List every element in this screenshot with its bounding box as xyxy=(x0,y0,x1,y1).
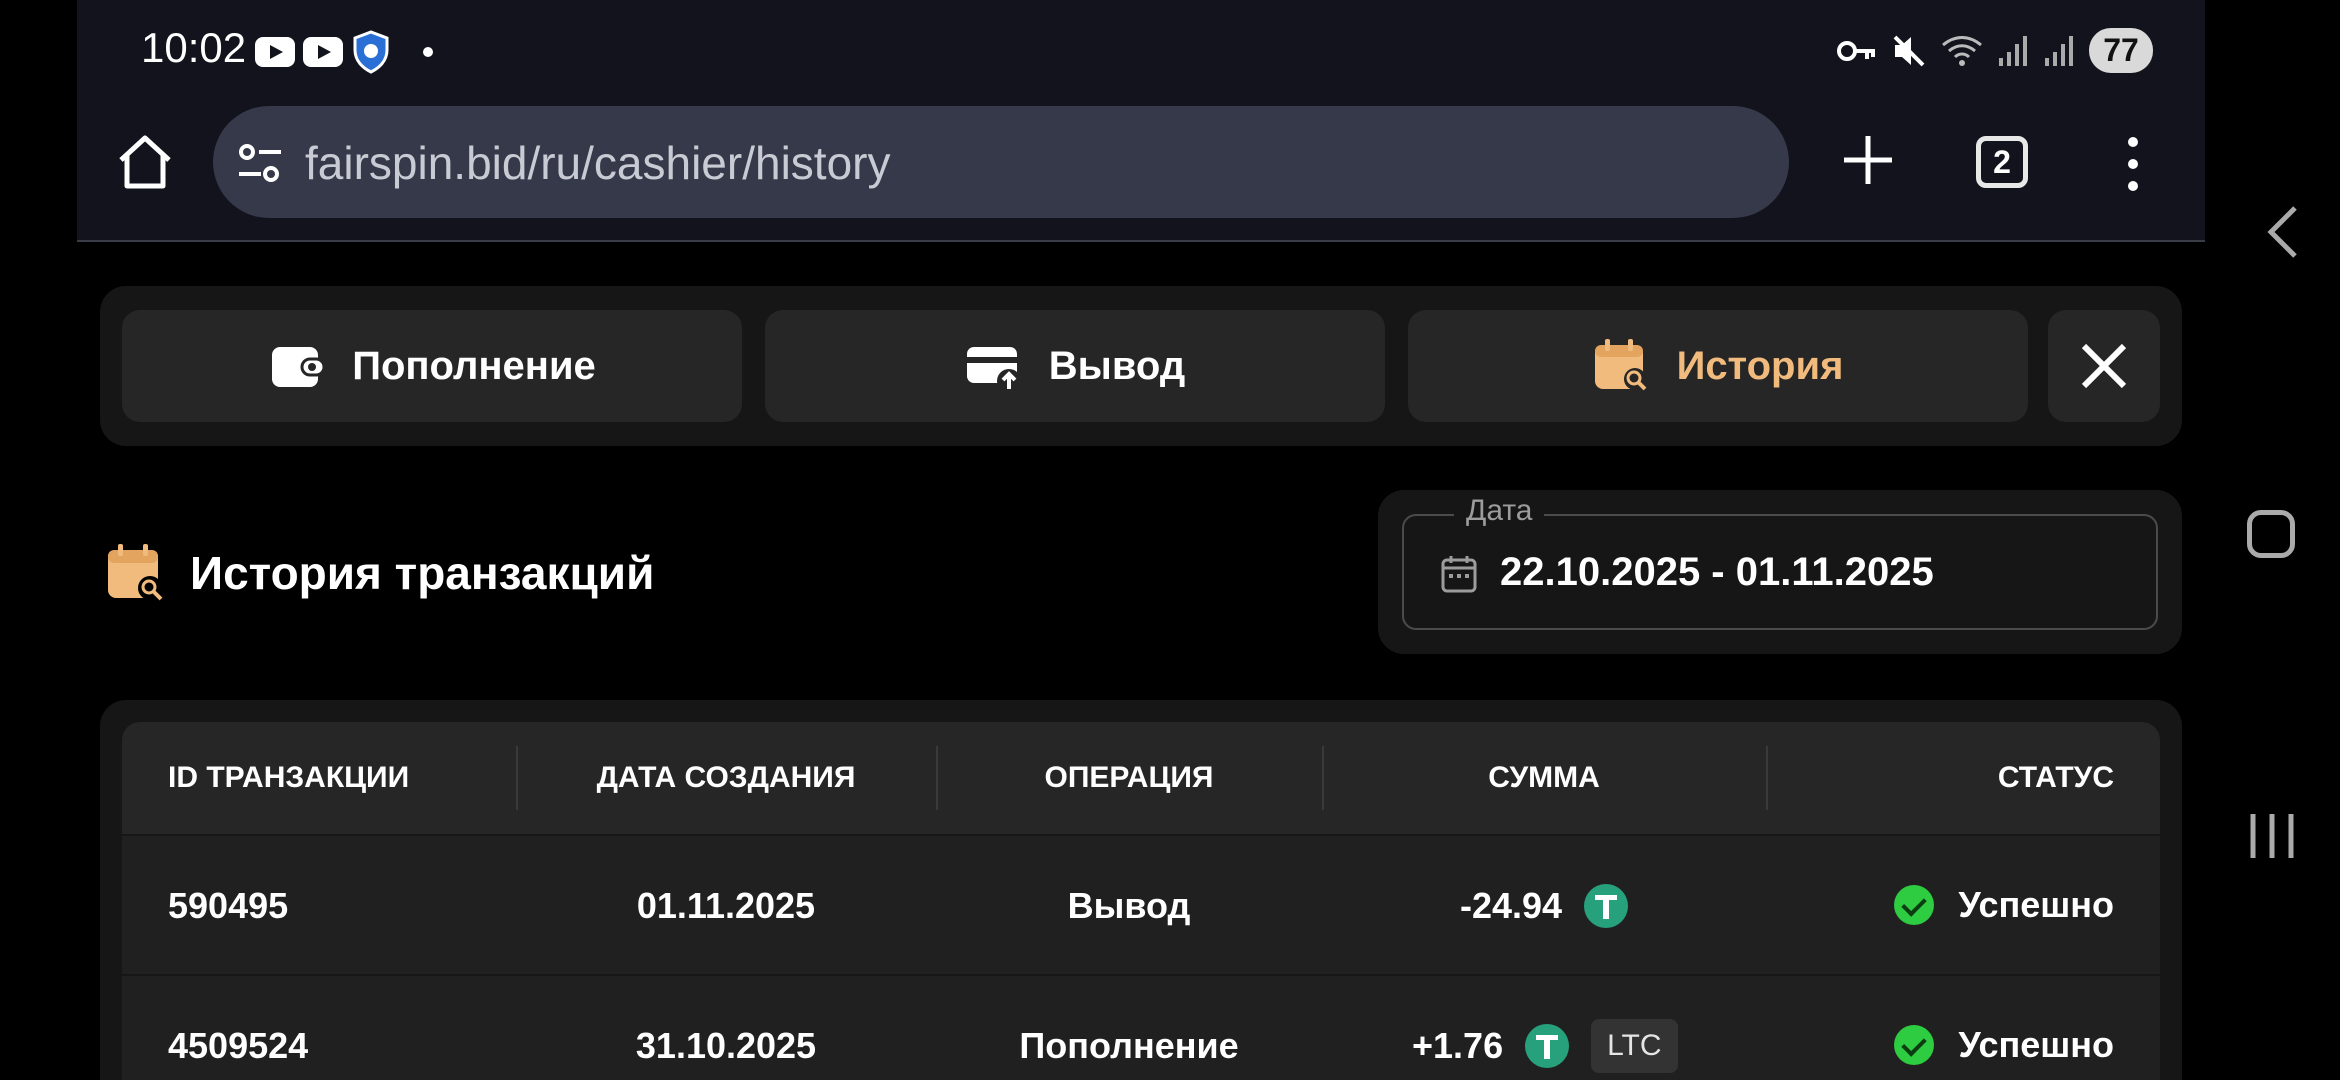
transaction-amount: -24.94 xyxy=(1460,874,1629,938)
tab-deposit[interactable]: Пополнение xyxy=(122,310,742,422)
system-nav-bar xyxy=(2205,0,2340,1080)
transaction-operation: Пополнение xyxy=(1019,1025,1239,1066)
new-tab-icon[interactable] xyxy=(1838,130,1898,190)
home-icon[interactable] xyxy=(115,132,175,192)
check-circle-icon xyxy=(1894,1025,1935,1065)
site-settings-icon[interactable] xyxy=(237,142,283,184)
youtube-icon xyxy=(255,37,295,67)
more-menu-icon[interactable] xyxy=(2123,136,2143,192)
url-text[interactable]: fairspin.bid/ru/cashier/history xyxy=(305,136,890,190)
header-created-date: ДАТА СОЗДАНИЯ xyxy=(596,761,856,794)
youtube-icon xyxy=(303,37,343,67)
card-withdraw-icon xyxy=(966,347,1021,393)
page-title: История транзакций xyxy=(106,542,654,604)
amount-value: +1.76 xyxy=(1412,1025,1504,1066)
date-range-value: 22.10.2025 - 01.11.2025 xyxy=(1500,550,1934,594)
status-time: 10:02 xyxy=(141,24,247,71)
transaction-id: 590495 xyxy=(168,885,289,926)
table-row[interactable]: 590495 01.11.2025 Вывод -24.94 Успешно xyxy=(122,834,2160,974)
date-range-field[interactable]: Дата 22.10.2025 - 01.11.2025 xyxy=(1402,494,2158,630)
notification-icons xyxy=(255,30,433,74)
home-nav-icon[interactable] xyxy=(2247,510,2295,558)
date-field-label: Дата xyxy=(1454,494,1545,528)
browser-chrome: 10:02 77 fairspin.bid/ru/cashier/history… xyxy=(77,0,2205,242)
battery-indicator: 77 xyxy=(2089,28,2153,73)
table-header: ID ТРАНЗАКЦИИ ДАТА СОЗДАНИЯ ОПЕРАЦИЯ СУМ… xyxy=(122,722,2160,834)
wifi-icon xyxy=(1942,35,1982,66)
transaction-date: 01.11.2025 xyxy=(636,885,816,926)
tab-withdraw[interactable]: Вывод xyxy=(765,310,1385,422)
header-operation: ОПЕРАЦИЯ xyxy=(1044,761,1214,794)
status-bar: 10:02 77 xyxy=(77,0,2205,100)
address-bar[interactable]: fairspin.bid/ru/cashier/history xyxy=(213,106,1789,218)
tab-history-label: История xyxy=(1676,343,1844,388)
transaction-amount: +1.76 LTC xyxy=(1412,1014,1678,1078)
signal-icon xyxy=(2045,35,2073,66)
status-text: Успешно xyxy=(1958,884,2114,925)
transaction-id: 4509524 xyxy=(168,1025,309,1066)
tab-history[interactable]: История xyxy=(1408,310,2028,422)
header-transaction-id: ID ТРАНЗАКЦИИ xyxy=(168,761,410,794)
usdt-icon xyxy=(1584,884,1629,928)
status-badge: Успешно xyxy=(1894,884,2114,926)
check-circle-icon xyxy=(1894,885,1935,925)
transactions-table-panel: ID ТРАНЗАКЦИИ ДАТА СОЗДАНИЯ ОПЕРАЦИЯ СУМ… xyxy=(100,700,2182,1080)
shield-icon xyxy=(353,30,389,74)
tab-deposit-label: Пополнение xyxy=(352,343,596,388)
transaction-date: 31.10.2025 xyxy=(635,1025,817,1066)
mute-icon xyxy=(1893,35,1925,66)
close-button[interactable] xyxy=(2048,310,2160,422)
recent-apps-icon[interactable] xyxy=(2245,812,2299,860)
back-icon[interactable] xyxy=(2263,204,2303,260)
header-status: СТАТУС xyxy=(1997,761,2114,794)
calendar-search-icon xyxy=(108,544,163,601)
page-title-text: История транзакций xyxy=(190,547,655,599)
wallet-icon xyxy=(272,347,326,387)
header-amount: СУММА xyxy=(1488,761,1600,794)
signal-icon xyxy=(1999,35,2027,66)
calendar-icon xyxy=(1441,556,1477,593)
calendar-search-icon xyxy=(1594,339,1646,391)
transactions-table: ID ТРАНЗАКЦИИ ДАТА СОЗДАНИЯ ОПЕРАЦИЯ СУМ… xyxy=(122,722,2160,1080)
close-icon xyxy=(2081,343,2127,389)
cashier-tabs: Пополнение Вывод История xyxy=(100,286,2182,446)
vpn-key-icon xyxy=(1837,40,1875,61)
table-row[interactable]: 4509524 31.10.2025 Пополнение +1.76 LTC … xyxy=(122,974,2160,1080)
system-icons: 77 xyxy=(1837,28,2153,73)
header-divider xyxy=(1766,746,1768,810)
amount-value: -24.94 xyxy=(1460,885,1563,926)
status-text: Успешно xyxy=(1958,1024,2114,1065)
tab-withdraw-label: Вывод xyxy=(1048,343,1186,388)
status-badge: Успешно xyxy=(1894,1024,2114,1066)
tab-switcher-button[interactable]: 2 xyxy=(1976,136,2028,188)
network-badge: LTC xyxy=(1591,1019,1678,1073)
date-filter-panel: Дата 22.10.2025 - 01.11.2025 xyxy=(1378,490,2182,654)
more-notifications-dot xyxy=(423,47,433,57)
transaction-operation: Вывод xyxy=(1067,885,1191,926)
usdt-icon xyxy=(1525,1024,1570,1068)
